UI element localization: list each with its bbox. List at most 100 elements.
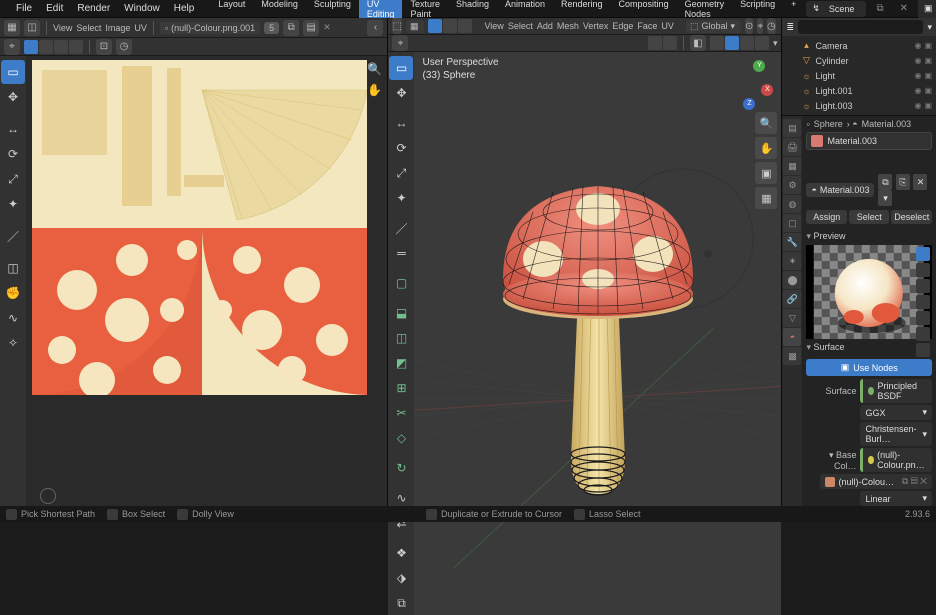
image-datablock[interactable]: ▫ (null)-Colour.png.001 [160, 22, 260, 34]
uv-sticky-icon[interactable]: ⊡ [96, 39, 112, 55]
menu-help[interactable]: Help [168, 1, 201, 16]
interpolation-dropdown[interactable]: Linear▾ [860, 491, 932, 506]
render-icon[interactable]: ▣ [924, 56, 932, 65]
uv-2d-cursor-icon[interactable] [30, 478, 54, 502]
proportional-vp-icon[interactable]: ◷ [767, 18, 776, 34]
sel-vertex-icon[interactable] [428, 19, 442, 33]
magnify-icon[interactable]: 🔍 [365, 60, 383, 78]
uv-mode-icon[interactable]: ◫ [24, 20, 40, 36]
uv-sel-edge-icon[interactable] [39, 40, 53, 54]
ptab-scene-icon[interactable]: ⚙ [783, 176, 801, 194]
uv-sel-face-icon[interactable] [54, 40, 68, 54]
tool-relax-icon[interactable]: ∿ [1, 306, 25, 330]
ptab-modifier-icon[interactable]: 🔧 [783, 233, 801, 251]
ptab-object-icon[interactable]: ▢ [783, 214, 801, 232]
shade-wire-icon[interactable] [710, 36, 724, 50]
vtool-shrink-icon[interactable]: ❖ [389, 541, 413, 565]
vtool-bevel-icon[interactable]: ◩ [389, 351, 413, 375]
uv-menu-view[interactable]: View [53, 23, 72, 33]
vtool-rip-icon[interactable]: ⧉ [389, 591, 413, 615]
image-new-icon[interactable]: ⧉ [283, 20, 299, 36]
uv-canvas[interactable]: 🔍 ✋ [26, 56, 387, 506]
vtool-select-box-icon[interactable]: ▭ [389, 56, 413, 80]
ptab-particles-icon[interactable]: ✶ [783, 252, 801, 270]
preview-fluid-icon[interactable] [916, 343, 930, 357]
shade-rendered-icon[interactable] [755, 36, 769, 50]
preview-cloth-icon[interactable] [916, 327, 930, 341]
menu-render[interactable]: Render [71, 1, 116, 16]
vp-menu-uv[interactable]: UV [661, 21, 674, 31]
vtool-annotate-icon[interactable]: ／ [389, 216, 413, 240]
tool-rip-icon[interactable]: ◫ [1, 256, 25, 280]
vtool-loopcut-icon[interactable]: ⊞ [389, 376, 413, 400]
menu-file[interactable]: File [10, 1, 38, 16]
material-slot[interactable]: Material.003 [806, 132, 932, 150]
scene-unlink-icon[interactable]: ✕ [894, 1, 914, 16]
vp-menu-face[interactable]: Face [637, 21, 657, 31]
tool-annotate-icon[interactable]: ／ [1, 224, 25, 248]
surface-section-header[interactable]: Surface [806, 339, 932, 356]
mat-menu-icon[interactable]: ▾ [878, 190, 892, 206]
outliner-search[interactable] [798, 20, 923, 34]
render-icon[interactable]: ▣ [924, 101, 932, 110]
uv-header-chevron-icon[interactable]: ‹ [367, 20, 383, 36]
scene-new-icon[interactable]: ⧉ [870, 1, 889, 16]
base-color-node[interactable]: (null)-Colour.pn… [860, 448, 932, 472]
ptab-mesh-icon[interactable]: ▽ [783, 309, 801, 327]
select-button[interactable]: Select [849, 210, 890, 224]
uv-menu-uv[interactable]: UV [134, 23, 147, 33]
uv-sel-vertex-icon[interactable] [24, 40, 38, 54]
mat-browse-icon[interactable]: ⧉ [878, 174, 892, 190]
vtool-inset-icon[interactable]: ◫ [389, 326, 413, 350]
surface-node-dropdown[interactable]: Principled BSDF [860, 379, 932, 403]
sel-face-icon[interactable] [458, 19, 472, 33]
ptab-render-icon[interactable]: ▤ [783, 119, 801, 137]
shading-menu-chevron-icon[interactable]: ▾ [773, 38, 778, 49]
uv-menu-image[interactable]: Image [105, 23, 130, 33]
outliner-filter-icon[interactable]: ▾ [927, 22, 932, 33]
render-icon[interactable]: ▣ [924, 41, 932, 50]
editor-type-3d-icon[interactable]: ⬚ [392, 18, 401, 34]
ptab-material-icon[interactable]: ◓ [783, 328, 801, 346]
preview-hair-icon[interactable] [916, 295, 930, 309]
mat-unlink-icon[interactable]: ✕ [913, 174, 927, 190]
vp-menu-edge[interactable]: Edge [612, 21, 633, 31]
vp-cursor-tool-icon[interactable]: ⌖ [392, 35, 408, 51]
vtool-shear-icon[interactable]: ⬗ [389, 566, 413, 590]
tool-move-icon[interactable]: ↔ [1, 117, 25, 141]
menu-edit[interactable]: Edit [40, 1, 69, 16]
eye-icon[interactable]: ◉ [914, 56, 921, 65]
menu-window[interactable]: Window [118, 1, 166, 16]
image-open-icon[interactable]: ▤ [303, 20, 319, 36]
material-name-field[interactable]: ◓ Material.003 [806, 183, 874, 197]
tool-cursor-icon[interactable]: ✥ [1, 85, 25, 109]
sel-edge-icon[interactable] [443, 19, 457, 33]
vp-menu-mesh[interactable]: Mesh [557, 21, 579, 31]
ptab-viewlayer-icon[interactable]: ▦ [783, 157, 801, 175]
mode-dropdown[interactable]: ▦ [406, 20, 425, 33]
vtool-transform-icon[interactable]: ✦ [389, 186, 413, 210]
deselect-button[interactable]: Deselect [891, 210, 932, 224]
gizmo-toggle-icon[interactable] [648, 36, 662, 50]
hand-icon[interactable]: ✋ [365, 81, 383, 99]
vtool-scale-icon[interactable]: ⤢ [389, 161, 413, 185]
preview-section-header[interactable]: Preview [806, 228, 932, 245]
ptab-texture-icon[interactable]: ▩ [783, 347, 801, 365]
vtool-cursor-icon[interactable]: ✥ [389, 81, 413, 105]
vtool-knife-icon[interactable]: ✂ [389, 401, 413, 425]
eye-icon[interactable]: ◉ [914, 41, 921, 50]
vtool-extrude-icon[interactable]: ⬓ [389, 301, 413, 325]
subsurface-method-dropdown[interactable]: Christensen-Burl…▾ [860, 422, 932, 446]
uv-menu-select[interactable]: Select [76, 23, 101, 33]
preview-flat-icon[interactable] [916, 247, 930, 261]
assign-button[interactable]: Assign [806, 210, 847, 224]
tool-pinch-icon[interactable]: ✧ [1, 331, 25, 355]
tool-grab-icon[interactable]: ✊ [1, 281, 25, 305]
ptab-physics-icon[interactable]: ⬤ [783, 271, 801, 289]
image-unlink-icon[interactable]: ✕ [323, 22, 331, 33]
image-user-count[interactable]: 5 [264, 22, 279, 34]
tool-select-box-icon[interactable]: ▭ [1, 60, 25, 84]
eye-icon[interactable]: ◉ [914, 86, 921, 95]
vtool-addcube-icon[interactable]: ▢ [389, 271, 413, 295]
tool-rotate-icon[interactable]: ⟳ [1, 142, 25, 166]
